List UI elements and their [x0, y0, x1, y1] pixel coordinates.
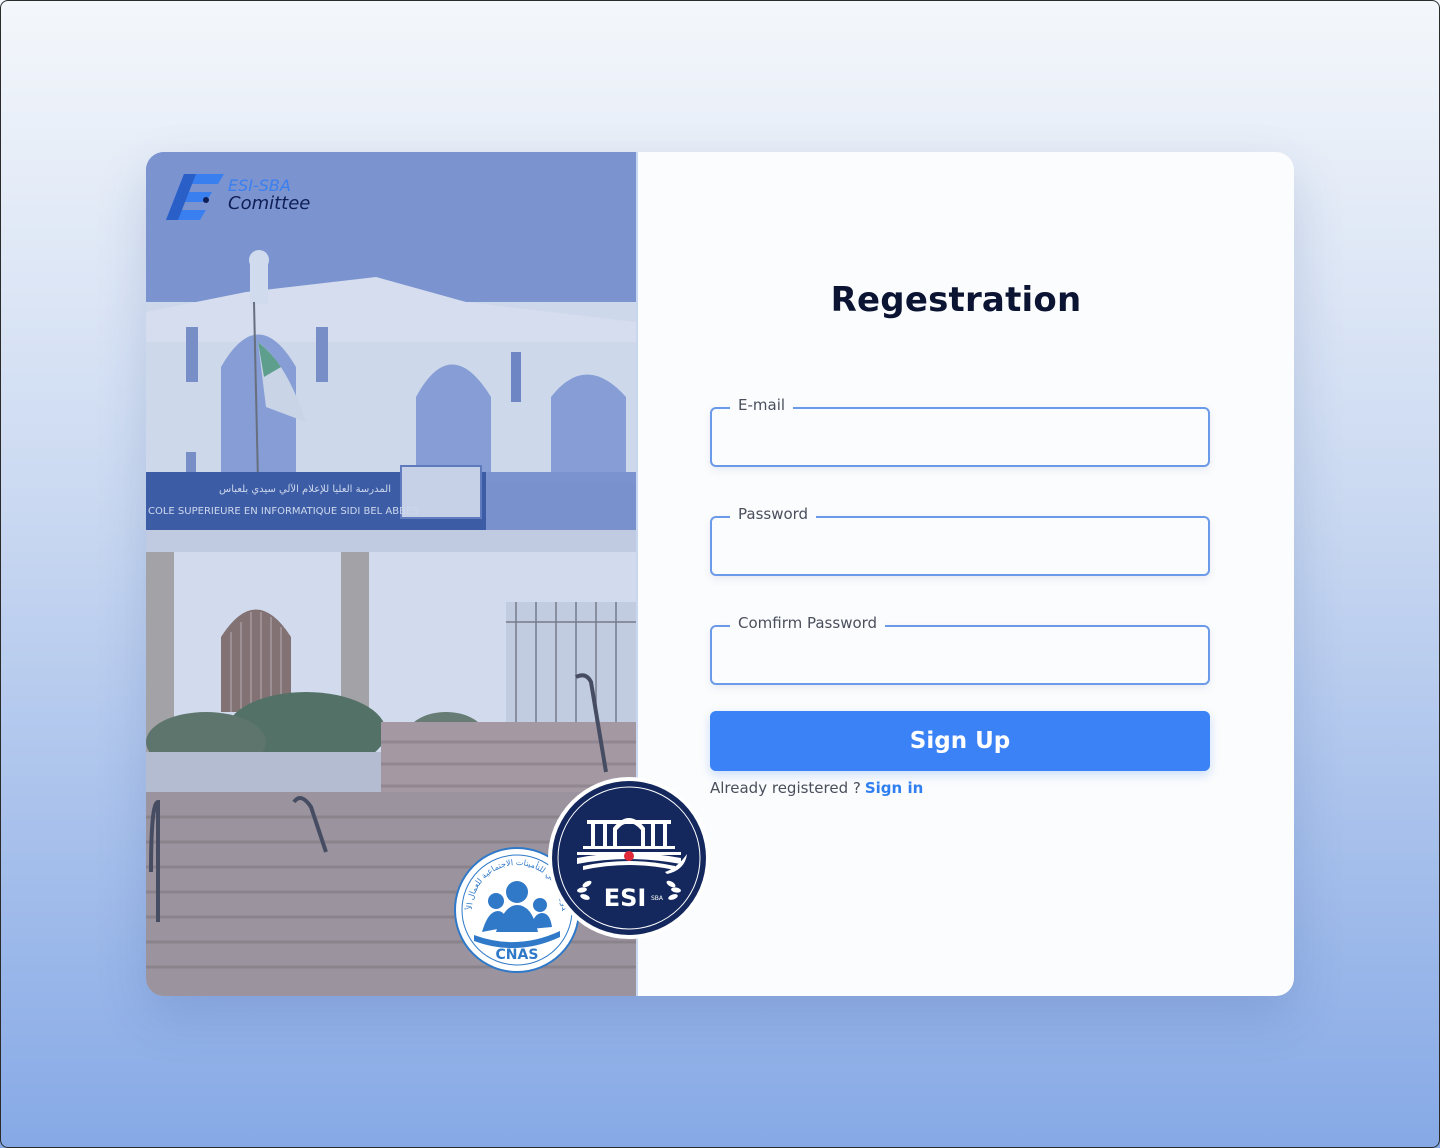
brand-e-icon	[166, 174, 224, 220]
password-field[interactable]: Password	[710, 504, 1210, 576]
registration-card: المدرسة العليا للإعلام الآلي سيدي بلعباس…	[146, 152, 1294, 996]
email-label: E-mail	[730, 395, 794, 415]
password-input[interactable]	[712, 518, 1208, 574]
brand-subtitle: Comittee	[228, 192, 311, 214]
confirm-password-label: Comfirm Password	[730, 613, 886, 633]
confirm-password-field[interactable]: Comfirm Password	[710, 613, 1210, 685]
page-title: Regestration	[830, 280, 1082, 320]
email-input[interactable]	[712, 409, 1208, 465]
cnas-label: CNAS	[496, 947, 539, 963]
registration-form: Regestration E-mail Password Comfirm Pas…	[638, 152, 1294, 996]
sign-in-prompt: Already registered ? Sign in	[710, 779, 923, 797]
password-label: Password	[730, 504, 817, 524]
sign-in-prompt-text: Already registered ?	[710, 779, 861, 797]
sign-up-button[interactable]: Sign Up	[710, 711, 1210, 771]
brand-logo[interactable]: ESI-SBA Comittee	[166, 172, 310, 220]
email-field[interactable]: E-mail	[710, 395, 1210, 467]
confirm-password-input[interactable]	[712, 627, 1208, 683]
sign-in-link[interactable]: Sign in	[865, 779, 923, 797]
brand-text: ESI-SBA Comittee	[228, 177, 311, 214]
